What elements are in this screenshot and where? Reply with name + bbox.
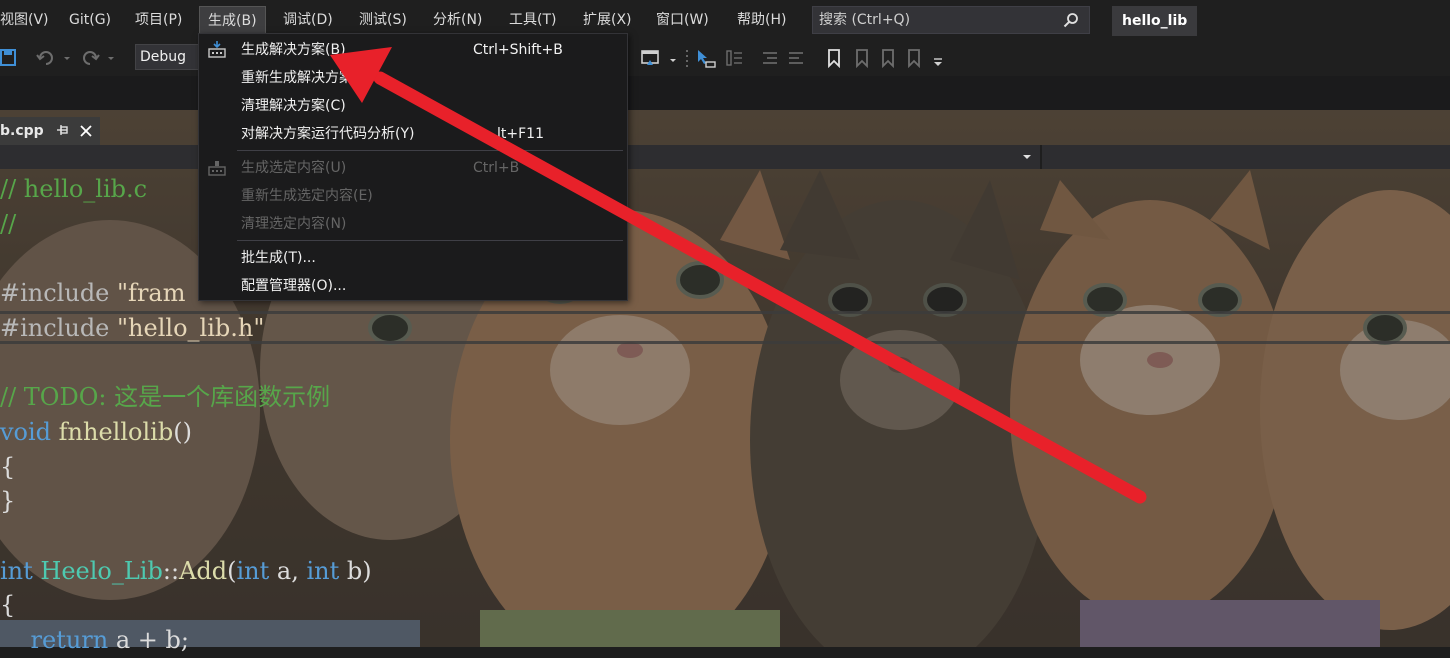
search-box[interactable]: 搜索 (Ctrl+Q) <box>812 6 1090 34</box>
batch-build-item[interactable]: 批生成(T)... <box>199 244 627 272</box>
menu-tools[interactable]: 工具(T) <box>501 6 564 34</box>
align-icon[interactable] <box>724 48 744 68</box>
comment-lines-icon[interactable] <box>760 48 780 68</box>
menu-build[interactable]: 生成(B) <box>199 6 266 35</box>
menu-item-label: 清理选定内容(N) <box>241 216 347 232</box>
code-keyword: int <box>236 556 270 585</box>
code-keyword: return <box>0 625 109 654</box>
search-icon <box>1063 13 1078 28</box>
code-brace: } <box>0 487 16 516</box>
clean-selection-item[interactable]: 清理选定内容(N) <box>199 210 627 238</box>
code-preprocessor: #include <box>0 313 118 342</box>
build-solution-item[interactable]: 生成解决方案(B) Ctrl+Shift+B <box>199 36 627 64</box>
menu-test[interactable]: 测试(S) <box>351 6 415 34</box>
code-line: return a + b; <box>0 623 1450 658</box>
toolbar-grip-icon <box>686 50 688 67</box>
menu-view[interactable]: 视图(V) <box>0 6 57 34</box>
uncomment-lines-icon[interactable] <box>786 48 806 68</box>
code-line: void fnhellolib() <box>0 415 1450 450</box>
code-brace: { <box>0 452 16 481</box>
build-selection-icon <box>208 161 226 176</box>
menu-item-label: 对解决方案运行代码分析(Y) <box>241 126 415 142</box>
search-placeholder: 搜索 (Ctrl+Q) <box>819 12 911 28</box>
build-menu-dropdown: 生成解决方案(B) Ctrl+Shift+B 重新生成解决方案 清理解决方案(C… <box>198 33 628 301</box>
next-bookmark-icon[interactable] <box>878 48 898 68</box>
menu-item-label: 重新生成选定内容(E) <box>241 188 373 204</box>
code-param: b) <box>339 556 372 585</box>
code-keyword: int <box>306 556 340 585</box>
code-comment: // TODO: 这是一个库函数示例 <box>0 383 331 412</box>
close-icon[interactable] <box>80 125 92 137</box>
code-line: #include "hello_lib.h" <box>0 311 1450 346</box>
menu-git[interactable]: Git(G) <box>61 6 119 34</box>
browser-icon[interactable] <box>640 48 660 68</box>
prev-bookmark-icon[interactable] <box>852 48 872 68</box>
run-code-analysis-item[interactable]: 对解决方案运行代码分析(Y) lt+F11 <box>199 120 627 148</box>
clean-solution-item[interactable]: 清理解决方案(C) <box>199 92 627 120</box>
configuration-select[interactable]: Debug <box>135 44 205 70</box>
menu-item-shortcut: Ctrl+B <box>473 160 520 176</box>
clear-bookmarks-icon[interactable] <box>904 48 924 68</box>
menu-analyze[interactable]: 分析(N) <box>425 6 490 34</box>
bookmark-icon[interactable] <box>824 48 844 68</box>
menu-item-shortcut: Ctrl+Shift+B <box>473 42 563 58</box>
rebuild-solution-item[interactable]: 重新生成解决方案 <box>199 64 627 92</box>
code-punctuation: () <box>173 417 192 446</box>
cursor-select-icon[interactable] <box>696 48 716 68</box>
menu-item-label: 生成选定内容(U) <box>241 160 347 176</box>
undo-dropdown-icon[interactable] <box>62 48 72 68</box>
code-brace: { <box>0 591 16 620</box>
code-string: "fram <box>117 279 186 308</box>
code-line: } <box>0 484 1450 519</box>
menu-item-label: 清理解决方案(C) <box>241 98 346 114</box>
pin-icon[interactable] <box>56 123 68 137</box>
code-line: int Heelo_Lib::Add(int a, int b) <box>0 554 1450 589</box>
menu-window[interactable]: 窗口(W) <box>648 6 717 34</box>
code-keyword: int <box>0 556 33 585</box>
chevron-down-icon[interactable] <box>1020 151 1034 163</box>
save-all-icon[interactable] <box>0 48 20 68</box>
code-param: a, <box>269 556 307 585</box>
build-solution-icon <box>208 41 226 58</box>
menu-item-shortcut: lt+F11 <box>497 126 544 142</box>
code-class-name: Heelo_Lib <box>32 556 163 585</box>
code-line: // TODO: 这是一个库函数示例 <box>0 380 1450 415</box>
code-comment: // hello_lib.c <box>0 175 148 203</box>
code-comment: // <box>0 209 17 238</box>
tab-label: b.cpp <box>0 123 44 139</box>
menu-project[interactable]: 项目(P) <box>127 6 190 34</box>
navbar-separator <box>1040 145 1042 169</box>
code-line: { <box>0 588 1450 623</box>
menu-separator <box>237 240 623 241</box>
menu-debug[interactable]: 调试(D) <box>275 6 341 34</box>
code-string: "hello_lib.h" <box>117 313 265 342</box>
code-expression: a + b; <box>108 625 189 654</box>
code-function-name: fnhellolib <box>51 417 174 446</box>
undo-icon[interactable] <box>36 48 56 68</box>
configuration-manager-item[interactable]: 配置管理器(O)... <box>199 272 627 300</box>
menu-item-label: 重新生成解决方案 <box>241 70 353 86</box>
toolbar-overflow-icon[interactable] <box>932 48 944 68</box>
code-punctuation: :: <box>162 556 180 585</box>
menu-help[interactable]: 帮助(H) <box>729 6 794 34</box>
code-function-name: Add <box>179 556 228 585</box>
menu-separator <box>237 150 623 151</box>
menu-item-label: 批生成(T)... <box>241 250 316 266</box>
menu-item-label: 配置管理器(O)... <box>241 278 347 294</box>
code-keyword: void <box>0 417 52 446</box>
redo-dropdown-icon[interactable] <box>106 48 116 68</box>
build-selection-item[interactable]: 生成选定内容(U) Ctrl+B <box>199 154 627 182</box>
solution-title: hello_lib <box>1112 6 1198 36</box>
redo-icon[interactable] <box>80 48 100 68</box>
browser-dropdown-icon[interactable] <box>668 48 678 68</box>
code-line: { <box>0 450 1450 485</box>
menu-extensions[interactable]: 扩展(X) <box>575 6 640 34</box>
menu-item-label: 生成解决方案(B) <box>241 42 346 58</box>
rebuild-selection-item[interactable]: 重新生成选定内容(E) <box>199 182 627 210</box>
document-tab[interactable]: b.cpp <box>0 117 100 145</box>
code-preprocessor: #include <box>0 279 118 308</box>
